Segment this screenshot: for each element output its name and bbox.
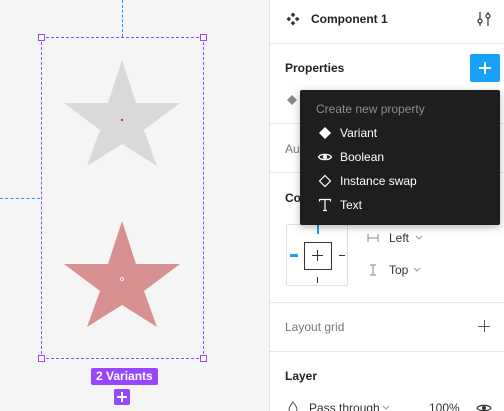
panel-divider	[270, 302, 504, 303]
smart-guide-vertical	[122, 0, 123, 37]
star-variant-default[interactable]	[62, 58, 182, 168]
chevron-down-icon[interactable]	[382, 405, 390, 411]
menu-item-label: Boolean	[340, 150, 385, 164]
menu-header: Create new property	[316, 102, 425, 116]
variants-count-badge[interactable]: 2 Variants	[91, 368, 158, 385]
resize-handle-bottom-right[interactable]	[200, 355, 207, 362]
component-title: Component 1	[311, 12, 388, 26]
constraint-bottom[interactable]	[317, 277, 318, 283]
opacity-value[interactable]: 100%	[429, 401, 460, 411]
panel-divider	[270, 43, 504, 44]
create-property-menu: Create new property Variant Boolean Inst…	[300, 90, 500, 225]
resize-handle-top-right[interactable]	[200, 34, 207, 41]
blend-mode-select[interactable]: Pass through	[309, 401, 380, 411]
variant-diamond-icon	[319, 127, 331, 139]
diamond-outline-icon	[318, 174, 332, 188]
design-canvas[interactable]: 2 Variants	[0, 0, 269, 411]
eye-icon	[317, 153, 333, 161]
constraint-right[interactable]	[339, 255, 345, 256]
menu-item-label: Instance swap	[340, 174, 417, 188]
constraints-inner-box	[304, 242, 332, 270]
menu-item-text[interactable]: Text	[300, 193, 500, 217]
chevron-down-icon[interactable]	[415, 235, 423, 241]
smart-guide-horizontal	[0, 198, 40, 199]
panel-divider	[270, 351, 504, 352]
adjust-sliders-icon[interactable]	[477, 11, 491, 27]
constraint-plus-h	[312, 255, 323, 256]
add-layout-grid-button[interactable]	[478, 320, 490, 332]
add-variant-button[interactable]	[114, 389, 130, 405]
menu-item-instance-swap[interactable]: Instance swap	[300, 169, 500, 193]
resize-handle-top-left[interactable]	[38, 34, 45, 41]
add-property-button[interactable]	[470, 54, 500, 82]
resize-handle-bottom-left[interactable]	[38, 355, 45, 362]
variant-property-icon	[287, 95, 297, 105]
vertical-constraint-icon	[370, 264, 376, 276]
layer-heading: Layer	[285, 369, 318, 383]
menu-item-boolean[interactable]: Boolean	[300, 145, 500, 169]
menu-item-variant[interactable]: Variant	[300, 121, 500, 145]
constraints-heading: Co	[285, 191, 301, 205]
properties-heading: Properties	[285, 61, 345, 75]
eye-icon[interactable]	[476, 403, 492, 411]
component-set-icon	[286, 12, 300, 26]
layout-grid-heading: Layout grid	[285, 320, 345, 334]
figma-window: 2 Variants Component 1 Properties Aut Co	[0, 0, 504, 411]
text-icon	[318, 198, 332, 212]
star-variant-second[interactable]	[62, 219, 182, 329]
horizontal-constraint-icon	[367, 234, 379, 242]
chevron-down-icon[interactable]	[413, 267, 421, 273]
constraints-widget[interactable]	[286, 222, 348, 286]
menu-item-label: Variant	[340, 126, 378, 140]
menu-item-label: Text	[340, 198, 363, 212]
vertical-constraint-select[interactable]: Top	[389, 263, 408, 277]
horizontal-constraint-select[interactable]: Left	[389, 231, 409, 245]
constraint-left-active[interactable]	[290, 254, 298, 257]
blend-drop-icon	[288, 401, 298, 411]
